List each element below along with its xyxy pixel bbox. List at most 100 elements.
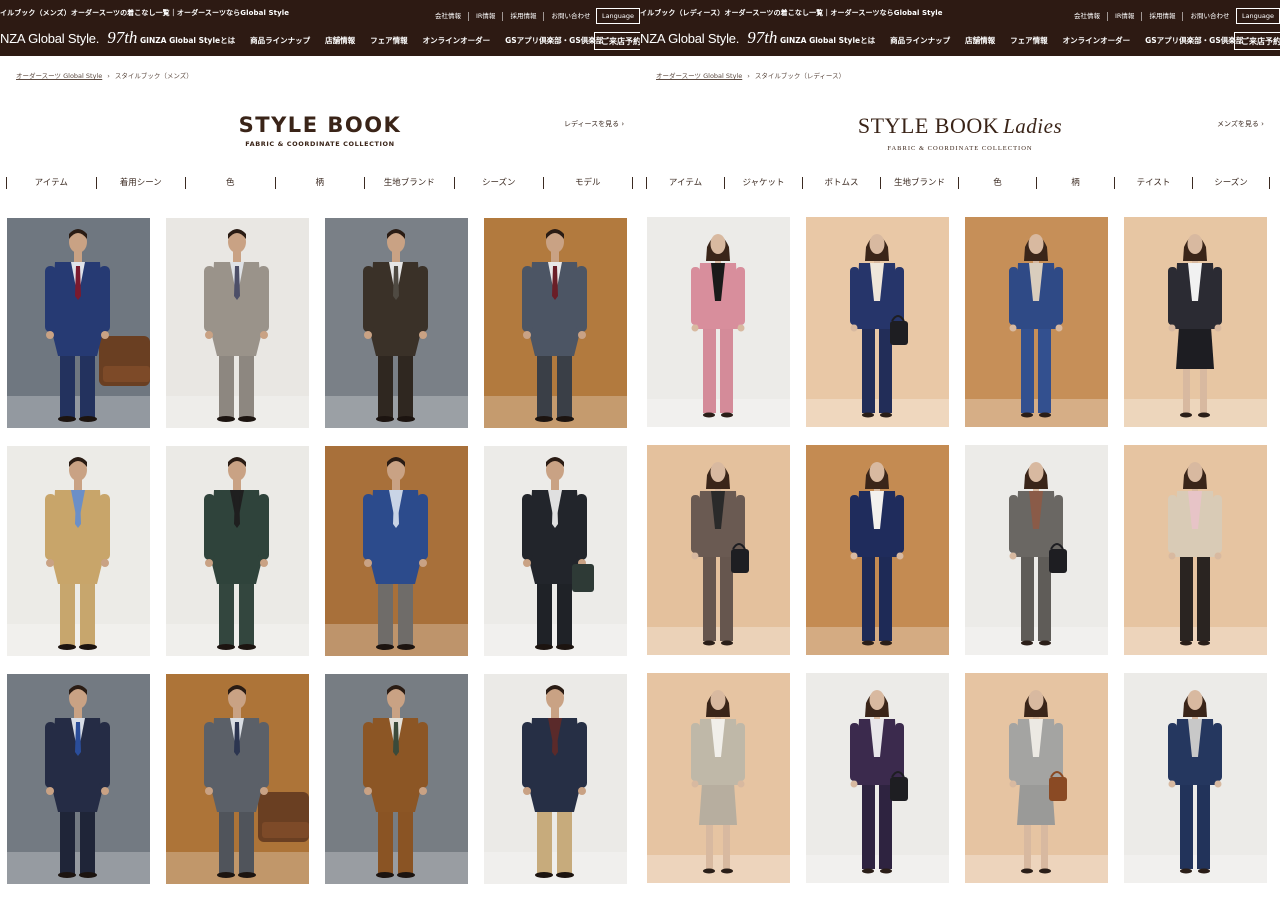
floor bbox=[166, 396, 309, 428]
right-shoe bbox=[397, 644, 415, 650]
filter-scene[interactable]: 着用シーン bbox=[95, 177, 186, 189]
utility-link-recruit[interactable]: 採用情報 bbox=[1142, 12, 1184, 21]
style-photo-tile[interactable] bbox=[325, 674, 468, 884]
right-shoe bbox=[1039, 640, 1051, 646]
style-photo-tile[interactable] bbox=[7, 674, 150, 884]
left-leg bbox=[1183, 369, 1190, 413]
right-shoe bbox=[79, 644, 97, 650]
reserve-button[interactable]: ご来店予約 bbox=[1234, 32, 1280, 50]
face bbox=[710, 462, 726, 482]
style-photo-tile[interactable] bbox=[484, 446, 627, 656]
filter-model[interactable]: モデル bbox=[543, 177, 633, 189]
filter-fabric-brand[interactable]: 生地ブランド bbox=[364, 177, 454, 189]
language-button[interactable]: Language bbox=[1236, 8, 1280, 24]
style-photo-tile[interactable] bbox=[7, 218, 150, 428]
style-photo-tile[interactable] bbox=[647, 217, 790, 427]
utility-link-recruit[interactable]: 採用情報 bbox=[503, 12, 545, 21]
nav-item-about[interactable]: GINZA Global Styleとは bbox=[140, 35, 235, 46]
breadcrumb-home[interactable]: オーダースーツ Global Style bbox=[16, 72, 102, 80]
right-shoe bbox=[1198, 868, 1210, 874]
left-hand bbox=[364, 787, 372, 795]
tie bbox=[552, 266, 558, 300]
utility-link-company[interactable]: 会社情報 bbox=[428, 12, 469, 21]
utility-link-company[interactable]: 会社情報 bbox=[1067, 12, 1108, 21]
right-leg bbox=[879, 555, 892, 641]
filter-color[interactable]: 色 bbox=[185, 177, 275, 189]
nav-item-online-order[interactable]: オンラインオーダー bbox=[423, 35, 491, 46]
language-button[interactable]: Language bbox=[596, 8, 640, 24]
left-hand bbox=[850, 552, 858, 560]
style-photo-tile[interactable] bbox=[647, 673, 790, 883]
left-shoe bbox=[862, 640, 874, 646]
left-leg bbox=[537, 350, 552, 418]
model-photo bbox=[166, 446, 309, 656]
nav-item-fair[interactable]: フェア情報 bbox=[1010, 35, 1048, 46]
tie bbox=[393, 494, 399, 528]
style-photo-tile[interactable] bbox=[484, 218, 627, 428]
style-photo-tile[interactable] bbox=[1124, 445, 1267, 655]
style-photo-tile[interactable] bbox=[647, 445, 790, 655]
style-photo-tile[interactable] bbox=[965, 673, 1108, 883]
left-arm bbox=[691, 723, 700, 781]
nav-item-lineup[interactable]: 商品ラインナップ bbox=[250, 35, 310, 46]
style-photo-tile[interactable] bbox=[806, 445, 949, 655]
filter-item[interactable]: アイテム bbox=[6, 177, 96, 189]
filter-season[interactable]: シーズン bbox=[453, 177, 544, 189]
utility-link-contact[interactable]: お問い合わせ bbox=[1183, 12, 1236, 21]
filter-pattern[interactable]: 柄 bbox=[274, 177, 365, 189]
left-arm bbox=[522, 266, 533, 332]
filter-taste[interactable]: テイスト bbox=[1114, 177, 1192, 189]
style-photo-tile[interactable] bbox=[1124, 217, 1267, 427]
style-photo-tile[interactable] bbox=[166, 218, 309, 428]
nav-item-club[interactable]: GSアプリ倶楽部・GS倶楽部 bbox=[505, 35, 603, 46]
style-photo-tile[interactable] bbox=[166, 674, 309, 884]
style-photo-tile[interactable] bbox=[325, 218, 468, 428]
breadcrumb-separator: › bbox=[747, 72, 750, 80]
nav-item-online-order[interactable]: オンラインオーダー bbox=[1063, 35, 1131, 46]
filter-fabric-brand[interactable]: 生地ブランド bbox=[880, 177, 958, 189]
style-photo-tile[interactable] bbox=[965, 445, 1108, 655]
right-arm bbox=[1054, 267, 1063, 325]
left-hand bbox=[691, 780, 699, 788]
logo-text: NZA Global Style. bbox=[640, 31, 740, 46]
style-photo-tile[interactable] bbox=[965, 217, 1108, 427]
nav-item-about[interactable]: GINZA Global Styleとは bbox=[780, 35, 875, 46]
model-photo bbox=[965, 217, 1108, 427]
right-arm bbox=[736, 267, 745, 325]
face bbox=[869, 462, 885, 482]
face bbox=[1187, 234, 1203, 254]
left-arm bbox=[850, 495, 859, 553]
utility-link-ir[interactable]: IR情報 bbox=[1108, 12, 1143, 21]
nav-item-lineup[interactable]: 商品ラインナップ bbox=[890, 35, 950, 46]
style-photo-tile[interactable] bbox=[484, 674, 627, 884]
switch-to-mens-link[interactable]: メンズを見る › bbox=[1217, 119, 1264, 129]
nav-item-stores[interactable]: 店舗情報 bbox=[965, 35, 995, 46]
style-photo-tile[interactable] bbox=[7, 446, 150, 656]
breadcrumb-home[interactable]: オーダースーツ Global Style bbox=[656, 72, 742, 80]
style-photo-tile[interactable] bbox=[806, 673, 949, 883]
site-logo[interactable]: NZA Global Style. 97th bbox=[640, 26, 777, 46]
style-photo-tile[interactable] bbox=[1124, 673, 1267, 883]
filter-color[interactable]: 色 bbox=[958, 177, 1036, 189]
right-leg bbox=[1038, 327, 1051, 413]
reserve-button[interactable]: ご来店予約 bbox=[594, 32, 640, 50]
filter-bottoms[interactable]: ボトムス bbox=[802, 177, 880, 189]
right-arm bbox=[736, 723, 745, 781]
filter-season[interactable]: シーズン bbox=[1192, 177, 1270, 189]
nav-item-stores[interactable]: 店舗情報 bbox=[325, 35, 355, 46]
site-logo[interactable]: NZA Global Style. 97th bbox=[0, 26, 137, 46]
nav-item-fair[interactable]: フェア情報 bbox=[370, 35, 408, 46]
right-hand bbox=[737, 324, 745, 332]
style-photo-tile[interactable] bbox=[166, 446, 309, 656]
switch-to-ladies-link[interactable]: レディースを見る › bbox=[564, 119, 624, 129]
right-shoe bbox=[556, 644, 574, 650]
left-hand bbox=[46, 559, 54, 567]
style-photo-tile[interactable] bbox=[806, 217, 949, 427]
style-photo-tile[interactable] bbox=[325, 446, 468, 656]
filter-jacket[interactable]: ジャケット bbox=[724, 177, 802, 189]
nav-item-club[interactable]: GSアプリ倶楽部・GS倶楽部 bbox=[1145, 35, 1243, 46]
filter-pattern[interactable]: 柄 bbox=[1036, 177, 1114, 189]
utility-link-ir[interactable]: IR情報 bbox=[469, 12, 504, 21]
filter-item[interactable]: アイテム bbox=[646, 177, 724, 189]
utility-link-contact[interactable]: お問い合わせ bbox=[544, 12, 597, 21]
